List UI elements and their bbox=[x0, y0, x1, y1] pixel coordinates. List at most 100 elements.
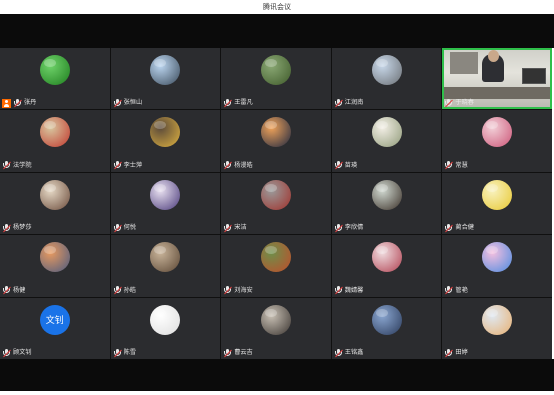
avatar bbox=[39, 117, 70, 148]
avatar-highlight bbox=[264, 308, 277, 317]
avatar bbox=[39, 242, 70, 273]
window-bottom-edge bbox=[0, 391, 554, 395]
participant-name: 陈雪 bbox=[123, 349, 136, 356]
participant-name: 杨梦莎 bbox=[13, 224, 32, 232]
avatar-highlight bbox=[264, 59, 277, 67]
participant-name: 杨健 bbox=[13, 286, 26, 294]
avatar bbox=[150, 117, 181, 148]
participant-name-row: 王雷凡 bbox=[223, 98, 253, 108]
mic-muted-icon bbox=[444, 223, 454, 233]
avatar-highlight bbox=[264, 183, 277, 192]
participant-name-row: 常慧 bbox=[444, 161, 468, 171]
participant-name-row: 何悦 bbox=[113, 223, 136, 233]
participant-name: 宋洁 bbox=[234, 224, 247, 232]
participant-tile[interactable]: 杨梦莎 bbox=[0, 172, 110, 235]
avatar-highlight bbox=[154, 59, 167, 67]
participant-tile[interactable]: 张恒山 bbox=[110, 48, 221, 110]
participant-name: 苗瑛 bbox=[344, 161, 358, 169]
window-title: 腾讯会议 bbox=[263, 3, 291, 11]
participant-tile[interactable]: 文钊顾文钊 bbox=[0, 297, 110, 359]
avatar bbox=[371, 117, 402, 148]
participant-name-row: 王铭鑫 bbox=[334, 348, 363, 358]
participant-tile[interactable]: 杨健 bbox=[0, 235, 110, 297]
participant-tile[interactable]: 李欣倩 bbox=[331, 172, 442, 235]
participant-tile[interactable]: 常慧 bbox=[442, 110, 552, 172]
participant-tile[interactable]: 王铭鑫 bbox=[331, 297, 442, 359]
participant-name: 于晓春 bbox=[455, 99, 474, 107]
participant-tile[interactable]: 李士萍 bbox=[110, 110, 221, 172]
participant-tile[interactable]: 曹云吉 bbox=[221, 297, 331, 359]
host-icon bbox=[2, 98, 11, 108]
avatar-highlight bbox=[43, 121, 56, 130]
participant-tile[interactable]: 法学院 bbox=[0, 110, 110, 172]
participant-grid: 张丹 张恒山 王雷凡 江润南 于晓春法学院 李士萍 杨漫皓 苗瑛 常慧杨梦莎 何悦 宋洁 李欣倩 蔺合健… bbox=[0, 48, 552, 359]
participant-name-row: 魏婧馨 bbox=[334, 286, 364, 296]
participant-tile[interactable]: 张丹 bbox=[0, 48, 110, 110]
avatar-highlight bbox=[43, 183, 56, 192]
participant-tile[interactable]: 于晓春 bbox=[442, 48, 552, 110]
avatar bbox=[482, 179, 513, 210]
participant-tile[interactable]: 江润南 bbox=[331, 48, 442, 110]
mic-muted-icon bbox=[223, 223, 233, 233]
participant-tile[interactable]: 田婷 bbox=[442, 297, 552, 359]
participant-name: 何悦 bbox=[123, 224, 136, 232]
participant-name: 张恒山 bbox=[123, 99, 143, 107]
avatar bbox=[260, 117, 291, 148]
participant-name: 孙皓 bbox=[123, 286, 136, 294]
avatar-highlight bbox=[486, 246, 499, 255]
avatar-highlight bbox=[486, 121, 499, 130]
participant-tile[interactable]: 管艳 bbox=[442, 235, 552, 297]
avatar-highlight bbox=[43, 246, 56, 255]
avatar-highlight bbox=[154, 121, 167, 130]
participant-name-row: 陈雪 bbox=[113, 348, 136, 358]
participant-name: 顾文钊 bbox=[13, 349, 32, 356]
mic-muted-icon bbox=[223, 348, 233, 358]
participant-name-row: 杨漫皓 bbox=[223, 161, 253, 171]
participant-name-row: 蔺合健 bbox=[444, 223, 474, 233]
top-toolbar-area bbox=[0, 14, 554, 48]
participant-name-row: 宋洁 bbox=[223, 223, 247, 233]
participant-name-row: 李士萍 bbox=[113, 161, 143, 171]
participant-tile[interactable]: 王雷凡 bbox=[221, 48, 331, 110]
participant-tile[interactable]: 宋洁 bbox=[221, 172, 331, 235]
avatar-highlight bbox=[43, 59, 56, 67]
mic-muted-icon bbox=[223, 161, 233, 170]
participant-name: 刘海安 bbox=[234, 286, 253, 294]
participant-tile[interactable]: 孙皓 bbox=[110, 235, 221, 297]
participant-tile[interactable]: 杨漫皓 bbox=[221, 110, 331, 172]
avatar bbox=[371, 242, 402, 273]
avatar bbox=[260, 242, 291, 273]
mic-muted-icon bbox=[113, 223, 122, 233]
mic-muted-icon bbox=[223, 286, 233, 295]
participant-tile[interactable]: 魏婧馨 bbox=[331, 235, 442, 297]
participant-name-row: 法学院 bbox=[2, 161, 32, 171]
avatar-highlight bbox=[154, 308, 167, 317]
participant-tile[interactable]: 陈雪 bbox=[110, 297, 221, 359]
avatar bbox=[150, 179, 181, 210]
mic-muted-icon bbox=[113, 98, 122, 108]
avatar bbox=[39, 179, 70, 210]
avatar-highlight bbox=[154, 246, 167, 255]
avatar: 文钊 bbox=[39, 304, 70, 335]
participant-name-row: 刘海安 bbox=[223, 286, 253, 296]
avatar-highlight bbox=[375, 246, 388, 255]
participant-name: 管艳 bbox=[455, 286, 468, 294]
participant-name: 张丹 bbox=[24, 99, 37, 107]
participant-name-row: 张恒山 bbox=[113, 98, 143, 108]
participant-tile[interactable]: 苗瑛 bbox=[331, 110, 442, 172]
participant-tile[interactable]: 蔺合健 bbox=[442, 172, 552, 235]
participant-name: 李士萍 bbox=[123, 161, 143, 169]
participant-name: 江润南 bbox=[344, 99, 364, 107]
participant-name-row: 李欣倩 bbox=[334, 223, 363, 233]
participant-name: 蔺合健 bbox=[455, 224, 474, 232]
participant-tile[interactable]: 刘海安 bbox=[221, 235, 331, 297]
avatar bbox=[260, 179, 291, 210]
mic-muted-icon bbox=[2, 286, 11, 295]
participant-name: 魏婧馨 bbox=[344, 286, 364, 294]
mic-muted-icon bbox=[113, 161, 122, 170]
participant-name-row: 江润南 bbox=[334, 98, 364, 108]
participant-name-row: 曹云吉 bbox=[223, 348, 253, 358]
avatar-highlight bbox=[264, 121, 277, 130]
participant-tile[interactable]: 何悦 bbox=[110, 172, 221, 235]
avatar-highlight bbox=[375, 308, 388, 317]
